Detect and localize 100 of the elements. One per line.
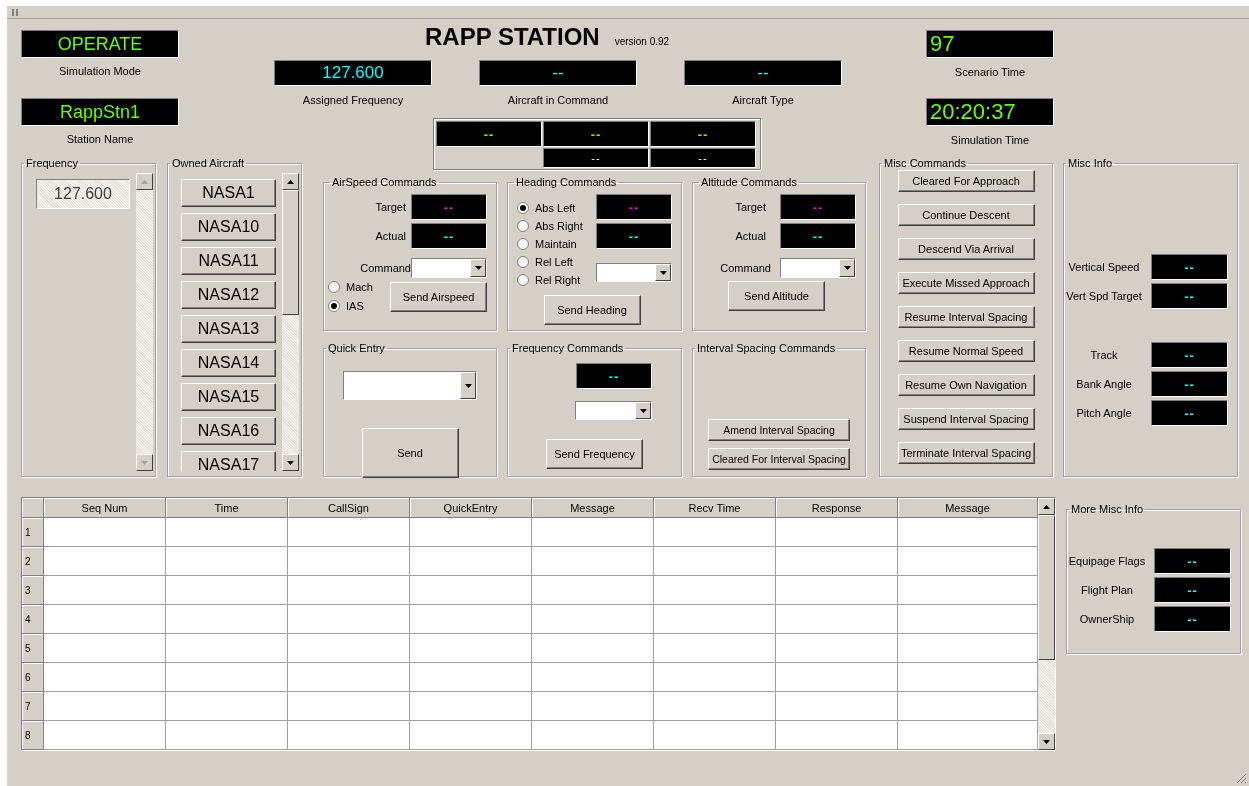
radio-label[interactable]: Rel Left bbox=[535, 256, 573, 268]
time-display: 20:20:37 bbox=[926, 98, 1054, 126]
command-button[interactable]: Cleared For Approach bbox=[897, 170, 1035, 192]
value-display: -- bbox=[1151, 400, 1228, 426]
scroll-up-button[interactable] bbox=[282, 173, 299, 190]
command-button[interactable]: Terminate Interval Spacing bbox=[897, 442, 1035, 464]
frequency-dropdown[interactable] bbox=[575, 401, 652, 420]
column-header[interactable]: Response bbox=[776, 498, 898, 518]
value-display: -- bbox=[1151, 342, 1228, 368]
group-title: More Misc Info bbox=[1070, 503, 1145, 516]
row-number: 8 bbox=[22, 721, 44, 750]
send-button[interactable]: Send Altitude bbox=[728, 281, 825, 311]
column-header[interactable]: Time bbox=[166, 498, 288, 518]
radio-label[interactable]: IAS bbox=[346, 300, 364, 312]
scrollbar[interactable] bbox=[1038, 498, 1055, 750]
value-display: -- bbox=[1151, 283, 1228, 309]
value-display: OPERATE bbox=[21, 30, 179, 58]
command-button[interactable]: Cleared For Interval Spacing bbox=[708, 448, 850, 470]
value-display: -- bbox=[650, 121, 756, 147]
field-label: Equipage Flags bbox=[1067, 555, 1147, 567]
send-button[interactable]: Send Frequency bbox=[546, 439, 643, 469]
command-button[interactable]: Descend Via Arrival bbox=[897, 238, 1035, 260]
column-header[interactable]: Seq Num bbox=[44, 498, 166, 518]
radio-label[interactable]: Maintain bbox=[535, 238, 577, 250]
scroll-up-button[interactable] bbox=[1038, 498, 1055, 515]
send-button[interactable]: Send bbox=[361, 428, 459, 478]
row-number: 3 bbox=[22, 576, 44, 605]
radio-empty-icon[interactable] bbox=[517, 256, 529, 268]
command-button[interactable]: Suspend Interval Spacing bbox=[897, 408, 1035, 430]
scroll-thumb[interactable] bbox=[282, 190, 299, 315]
scroll-up-button[interactable] bbox=[136, 173, 153, 190]
aircraft-button[interactable]: NASA16 bbox=[181, 417, 276, 445]
radio-empty-icon[interactable] bbox=[328, 281, 340, 293]
column-header[interactable]: Message bbox=[532, 498, 654, 518]
scroll-down-button[interactable] bbox=[136, 454, 153, 471]
display-label: Scenario Time bbox=[953, 66, 1027, 79]
command-button[interactable]: Resume Own Navigation bbox=[897, 374, 1035, 396]
quick-entry-dropdown[interactable] bbox=[343, 371, 477, 400]
radio-empty-icon[interactable] bbox=[517, 220, 529, 232]
radio-selected-icon[interactable] bbox=[517, 202, 529, 214]
aircraft-button[interactable]: NASA11 bbox=[181, 247, 276, 275]
scrollbar[interactable] bbox=[136, 173, 153, 471]
scrollbar[interactable] bbox=[282, 173, 299, 471]
value-display: 127.600 bbox=[274, 60, 432, 86]
aircraft-button[interactable]: NASA1 bbox=[181, 179, 276, 207]
frequency-item[interactable]: 127.600 bbox=[36, 179, 130, 209]
version-label: version 0.92 bbox=[614, 35, 670, 49]
value-display: -- bbox=[650, 148, 756, 168]
radio-label[interactable]: Abs Right bbox=[535, 220, 583, 232]
time-display: 97 bbox=[926, 30, 1054, 58]
display-label: Assigned Frequency bbox=[301, 94, 405, 107]
caret-icon bbox=[659, 270, 667, 275]
caret-icon bbox=[474, 266, 482, 270]
field-label: Flight Plan bbox=[1080, 584, 1134, 596]
display-label: Aircraft Type bbox=[731, 94, 795, 107]
command-dropdown[interactable] bbox=[411, 258, 487, 278]
command-button[interactable]: Resume Normal Speed bbox=[897, 340, 1035, 362]
radio-empty-icon[interactable] bbox=[517, 238, 529, 250]
heading-dropdown[interactable] bbox=[596, 263, 672, 282]
command-button[interactable]: Amend Interval Spacing bbox=[708, 419, 850, 441]
scroll-down-button[interactable] bbox=[1038, 733, 1055, 750]
scroll-thumb[interactable] bbox=[1038, 515, 1055, 660]
send-button[interactable]: Send Heading bbox=[543, 295, 641, 325]
value-display: -- bbox=[543, 121, 649, 147]
column-header[interactable]: Recv Time bbox=[654, 498, 776, 518]
caret-icon bbox=[639, 408, 647, 413]
value-display: -- bbox=[543, 148, 649, 168]
aircraft-button[interactable]: NASA10 bbox=[181, 213, 276, 241]
send-button[interactable]: Send Airspeed bbox=[390, 281, 487, 312]
triangle-down-icon bbox=[287, 460, 294, 465]
row-number: 4 bbox=[22, 605, 44, 634]
aircraft-button[interactable]: NASA14 bbox=[181, 349, 276, 377]
aircraft-button[interactable]: NASA13 bbox=[181, 315, 276, 343]
radio-selected-icon[interactable] bbox=[328, 300, 340, 312]
radio-label[interactable]: Abs Left bbox=[535, 202, 576, 214]
column-header[interactable]: QuickEntry bbox=[410, 498, 532, 518]
field-label: Command bbox=[359, 262, 411, 274]
group-title: Owned Aircraft bbox=[171, 157, 246, 170]
command-button[interactable]: Resume Interval Spacing bbox=[897, 306, 1035, 328]
radio-label[interactable]: Rel Right bbox=[535, 274, 581, 286]
aircraft-button[interactable]: NASA12 bbox=[181, 281, 276, 309]
column-header[interactable]: Message bbox=[898, 498, 1038, 518]
field-label: Actual bbox=[734, 230, 766, 242]
value-display: -- bbox=[411, 223, 487, 249]
group-title: Interval Spacing Commands bbox=[696, 342, 837, 355]
command-button[interactable]: Continue Descent bbox=[897, 204, 1035, 226]
aircraft-button[interactable]: NASA15 bbox=[181, 383, 276, 411]
radio-label[interactable]: Mach bbox=[346, 281, 373, 293]
group-title: Altitude Commands bbox=[700, 176, 798, 189]
command-button[interactable]: Execute Missed Approach bbox=[897, 272, 1035, 294]
aircraft-button[interactable]: NASA17 bbox=[181, 451, 276, 471]
field-label: Target bbox=[734, 201, 766, 213]
value-display: RappStn1 bbox=[21, 98, 179, 126]
command-dropdown[interactable] bbox=[780, 258, 856, 278]
group-title: Misc Commands bbox=[883, 157, 967, 170]
radio-empty-icon[interactable] bbox=[517, 274, 529, 286]
table-corner[interactable] bbox=[22, 498, 44, 518]
resize-grip-icon[interactable] bbox=[1236, 773, 1246, 783]
scroll-down-button[interactable] bbox=[282, 454, 299, 471]
column-header[interactable]: CallSign bbox=[288, 498, 410, 518]
